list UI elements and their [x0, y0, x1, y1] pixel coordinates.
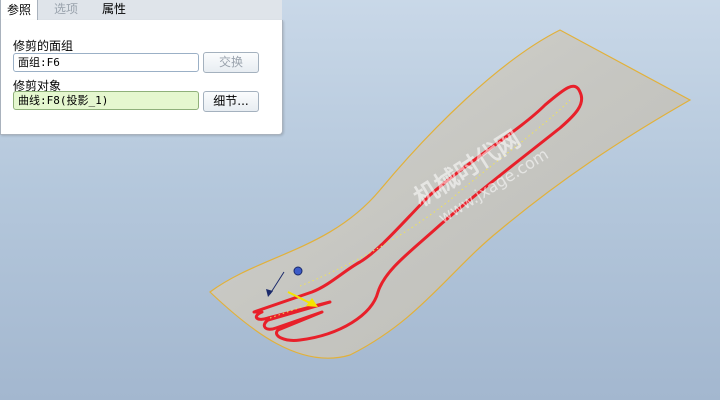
references-panel: 修剪的面组 面组:F6 交换 修剪对象 曲线:F8(投影_1) 细节...	[0, 20, 283, 135]
trimmed-quilt-field[interactable]: 面组:F6	[13, 53, 199, 72]
details-button[interactable]: 细节...	[203, 91, 259, 112]
tab-references[interactable]: 参照	[0, 0, 39, 22]
trim-object-field[interactable]: 曲线:F8(投影_1)	[13, 91, 199, 110]
trimmed-quilt-label: 修剪的面组	[13, 39, 74, 53]
dashboard-tab-bar: 参照 选项 属性	[0, 0, 282, 22]
tab-options[interactable]: 选项	[48, 0, 84, 19]
swap-button[interactable]: 交换	[203, 52, 259, 73]
tab-properties[interactable]: 属性	[96, 0, 132, 19]
